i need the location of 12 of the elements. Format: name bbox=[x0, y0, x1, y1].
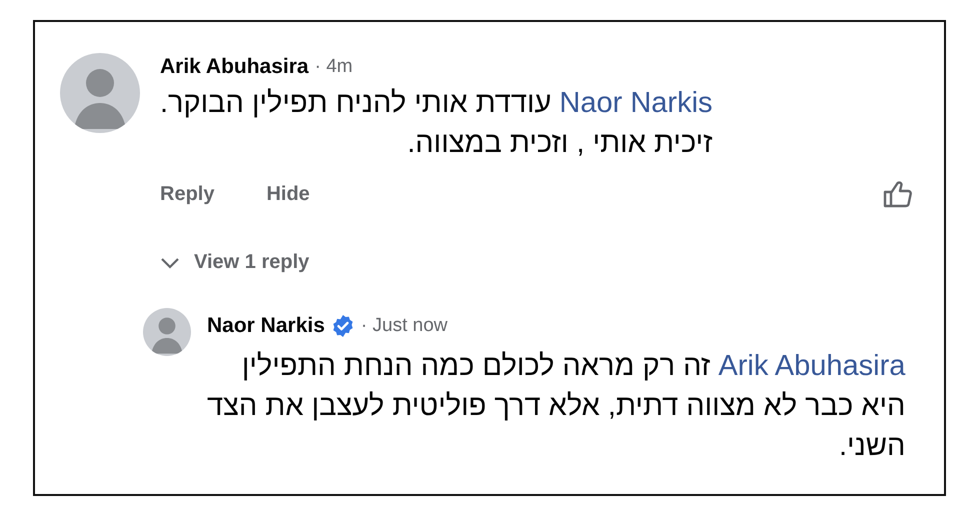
avatar[interactable] bbox=[143, 308, 191, 356]
comment-time: · 4m bbox=[314, 56, 353, 78]
author-name[interactable]: Arik Abuhasira bbox=[160, 55, 309, 79]
view-replies-button[interactable]: View 1 reply bbox=[160, 251, 310, 274]
mention-link[interactable]: Naor Narkis bbox=[559, 87, 713, 119]
comment-time: · Just now bbox=[360, 315, 448, 337]
like-icon[interactable] bbox=[882, 179, 914, 209]
reply-button[interactable]: Reply bbox=[160, 182, 214, 206]
mention-link[interactable]: Arik Abuhasira bbox=[718, 350, 906, 382]
hide-button[interactable]: Hide bbox=[266, 182, 310, 206]
chevron-down-icon bbox=[160, 256, 180, 268]
author-name[interactable]: Naor Narkis bbox=[207, 314, 325, 338]
